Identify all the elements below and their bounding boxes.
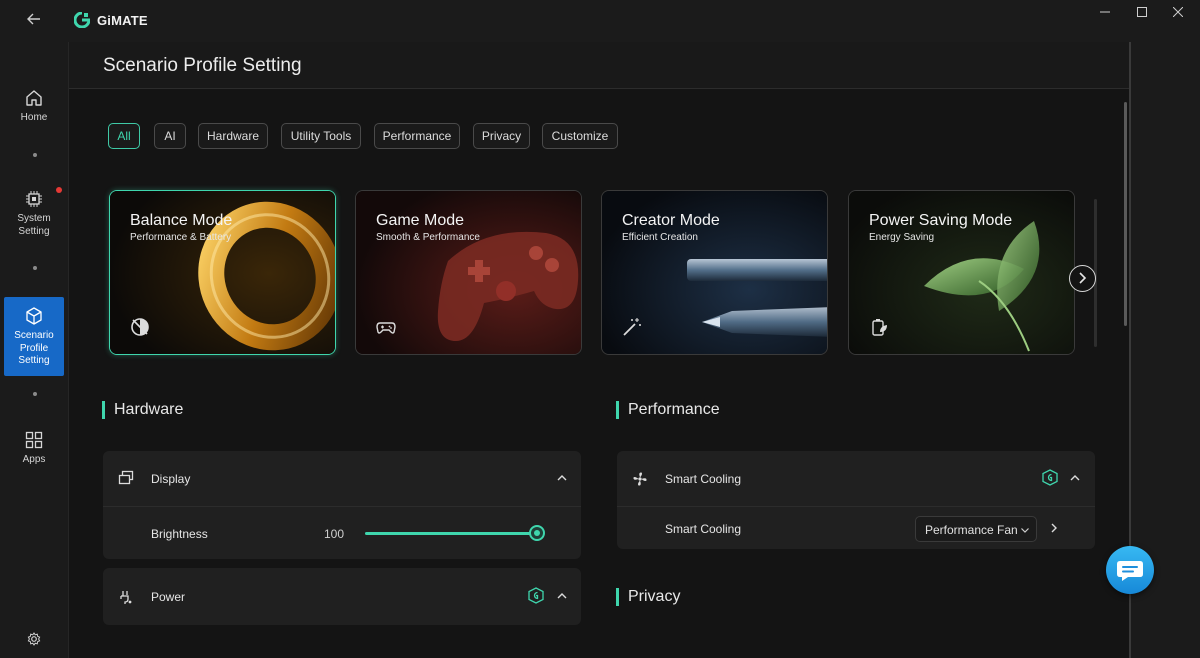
power-label: Power — [151, 590, 186, 604]
cube-icon — [26, 307, 42, 325]
filter-pill-hardware[interactable]: Hardware — [198, 123, 268, 149]
magic-wand-icon — [623, 318, 641, 336]
home-icon — [26, 90, 42, 106]
filter-pill-customize[interactable]: Customize — [542, 123, 618, 149]
filter-pill-ai[interactable]: AI — [154, 123, 186, 149]
chevron-down-icon — [1021, 528, 1029, 533]
display-icon — [118, 470, 134, 485]
balance-icon — [131, 318, 149, 336]
chip-icon — [26, 191, 42, 207]
chevron-right-icon — [1079, 272, 1087, 284]
section-title-privacy: Privacy — [616, 588, 680, 606]
power-plug-icon — [120, 591, 132, 604]
page-header: Scenario Profile Setting — [69, 42, 1131, 89]
chevron-up-icon[interactable] — [556, 472, 568, 484]
sidebar-item-label: System Setting — [17, 213, 51, 237]
close-icon[interactable] — [1164, 4, 1192, 22]
fan-icon — [633, 472, 647, 486]
sidebar: Home System Setting Scenario Profile Set… — [0, 42, 68, 658]
mode-subtitle: Efficient Creation — [622, 232, 698, 243]
mode-title: Power Saving Mode — [869, 212, 1013, 229]
mode-card-power-saving[interactable]: Power Saving Mode Energy Saving — [848, 190, 1075, 355]
mode-title: Game Mode — [376, 212, 465, 229]
chevron-up-icon[interactable] — [1069, 472, 1081, 484]
mode-title: Balance Mode — [130, 212, 233, 229]
brightness-slider-thumb[interactable] — [529, 525, 545, 541]
sidebar-item-label: Home — [20, 112, 48, 123]
sidebar-item-scenario-profile-setting[interactable]: Scenario Profile Setting — [4, 297, 64, 376]
gamepad-icon — [376, 322, 396, 334]
display-panel — [103, 451, 581, 559]
minimize-icon[interactable] — [1091, 4, 1119, 22]
mode-card-game[interactable]: Game Mode Smooth & Performance — [355, 190, 582, 355]
sidebar-item-home[interactable]: Home — [4, 88, 64, 134]
smart-cooling-row-label: Smart Cooling — [665, 522, 742, 536]
chevron-right-icon[interactable] — [1049, 522, 1059, 534]
mode-card-creator[interactable]: Creator Mode Efficient Creation — [601, 190, 828, 355]
panel-divider — [617, 506, 1095, 507]
sidebar-separator-dot — [33, 392, 37, 396]
section-title-hardware: Hardware — [102, 401, 183, 419]
cooling-mode-selected: Performance Fan — [925, 523, 1018, 537]
sidebar-item-system-setting[interactable]: System Setting — [4, 189, 64, 245]
apps-grid-icon — [25, 431, 43, 449]
mode-subtitle: Performance & Battery — [130, 232, 232, 243]
gimate-logo-icon — [74, 12, 90, 28]
chevron-up-icon[interactable] — [556, 590, 568, 602]
filter-pill-performance[interactable]: Performance — [374, 123, 460, 149]
mode-subtitle: Smooth & Performance — [376, 232, 480, 243]
sidebar-item-label: Scenario Profile Setting — [14, 330, 54, 366]
page-title: Scenario Profile Setting — [103, 55, 302, 76]
mode-subtitle: Energy Saving — [869, 232, 935, 243]
scrollbar-thumb[interactable] — [1124, 102, 1127, 326]
maximize-icon[interactable] — [1128, 4, 1156, 22]
cooling-mode-select[interactable]: Performance Fan — [915, 516, 1037, 542]
mode-title: Creator Mode — [622, 212, 720, 229]
app-name: GiMATE — [97, 13, 148, 28]
section-title-performance: Performance — [616, 401, 720, 419]
brightness-value: 100 — [324, 527, 345, 541]
carousel-next-button[interactable] — [1069, 265, 1096, 292]
chat-bubble-icon — [1117, 561, 1143, 581]
brightness-label: Brightness — [151, 527, 208, 541]
title-bar: GiMATE — [0, 0, 1200, 42]
display-label: Display — [151, 472, 191, 486]
brightness-slider-track[interactable] — [365, 532, 537, 535]
filter-pill-privacy[interactable]: Privacy — [473, 123, 530, 149]
smart-cooling-label: Smart Cooling — [665, 472, 742, 486]
back-arrow-icon[interactable] — [22, 11, 46, 31]
chat-support-button[interactable] — [1106, 546, 1154, 594]
mode-card-balance[interactable]: Balance Mode Performance & Battery — [109, 190, 336, 355]
sidebar-item-apps[interactable]: Apps — [4, 430, 64, 474]
notification-badge — [56, 187, 62, 193]
sidebar-item-label: Apps — [22, 454, 46, 465]
battery-leaf-icon — [872, 319, 887, 336]
filter-pill-utility-tools[interactable]: Utility Tools — [281, 123, 361, 149]
sidebar-separator-dot — [33, 153, 37, 157]
panel-divider — [103, 506, 581, 507]
filter-pill-all[interactable]: All — [108, 123, 140, 149]
gear-icon[interactable] — [26, 631, 42, 647]
gimate-shield-icon — [1042, 469, 1058, 486]
gimate-shield-icon — [528, 587, 544, 604]
sidebar-separator-dot — [33, 266, 37, 270]
